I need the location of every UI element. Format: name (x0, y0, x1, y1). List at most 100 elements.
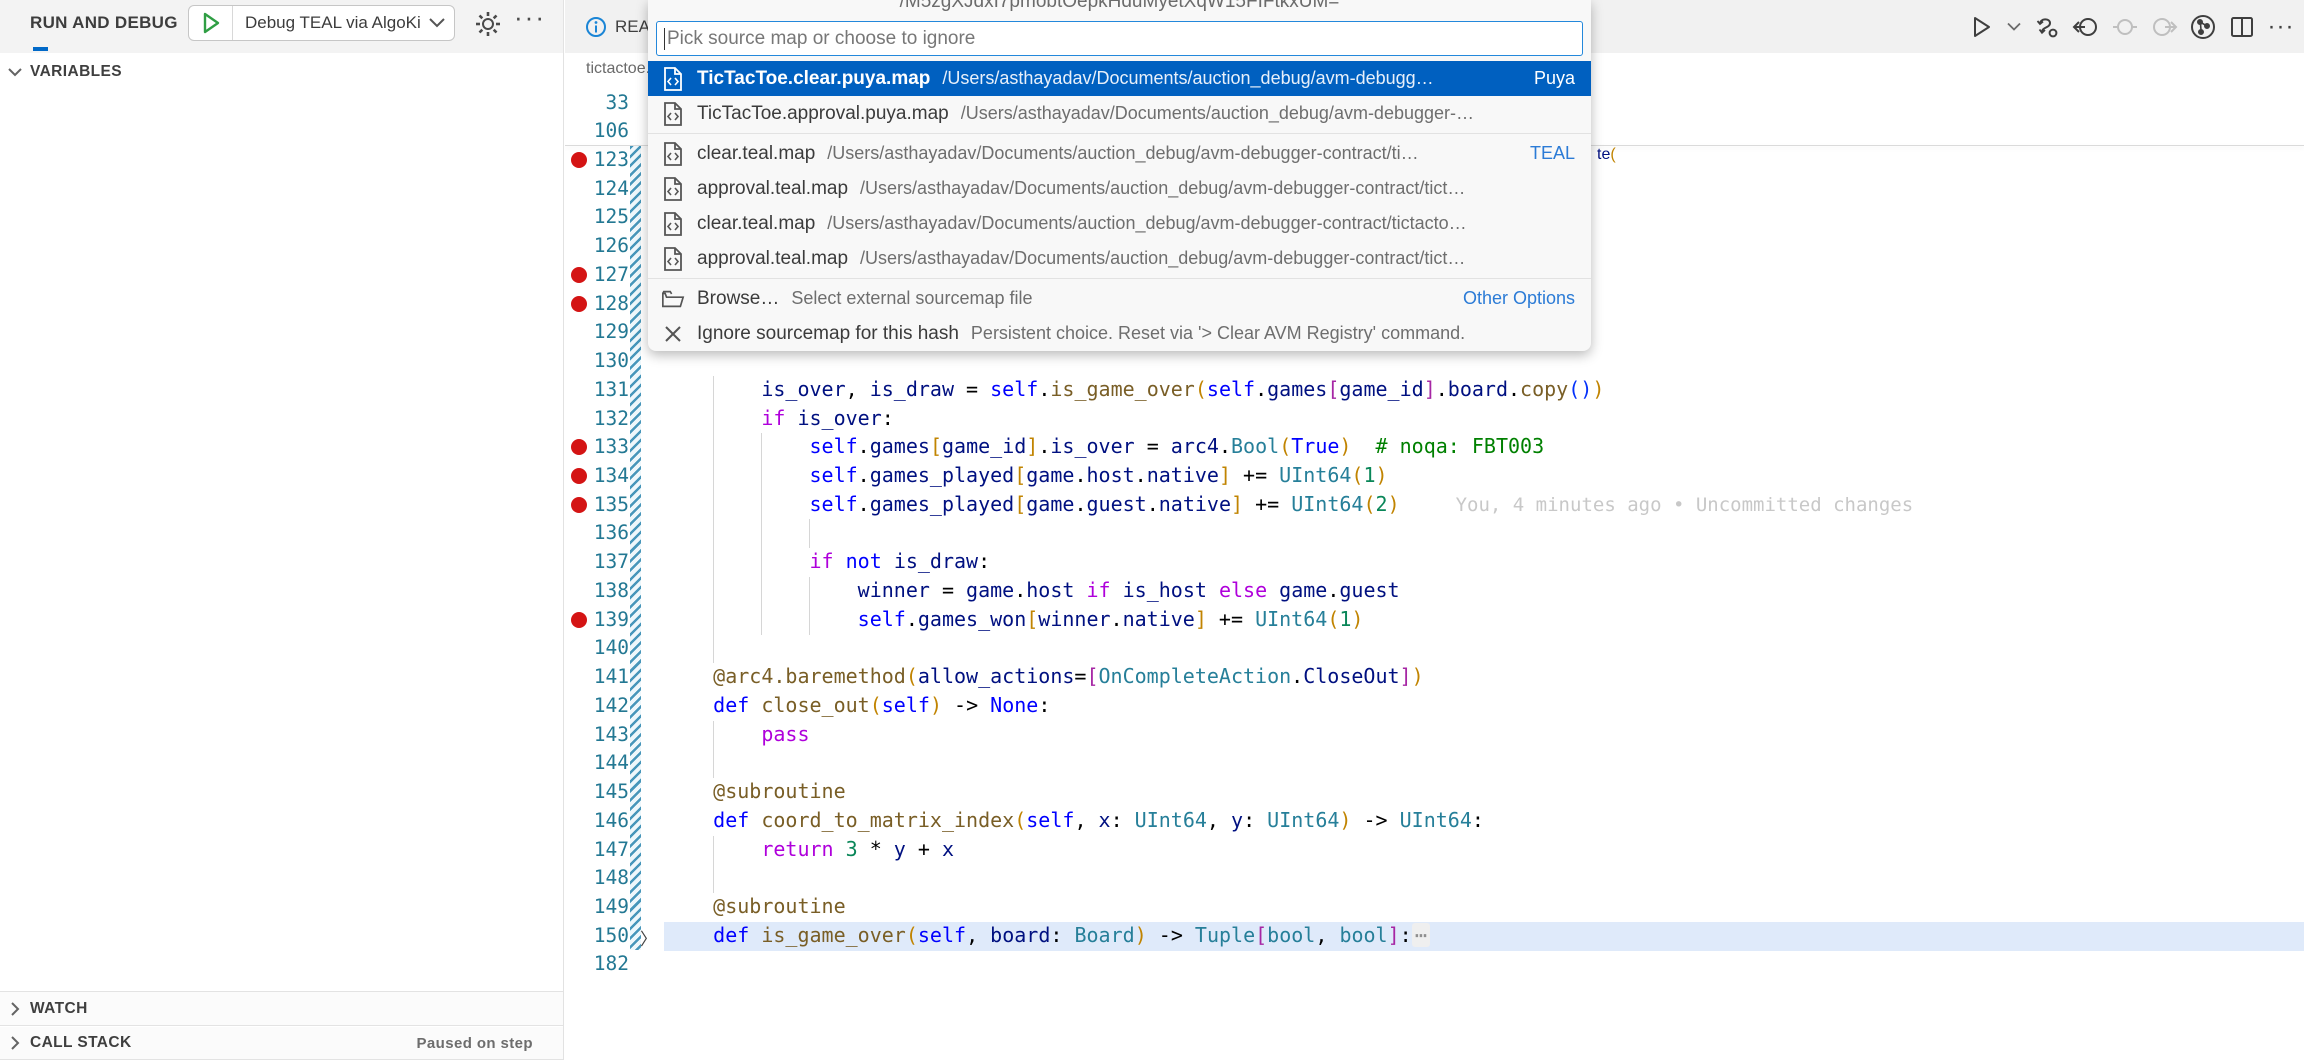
line-number[interactable]: 127 (578, 263, 629, 286)
quickpick-item[interactable]: TicTacToe.clear.puya.map/Users/asthayada… (648, 61, 1591, 96)
sourcemap-quickpick: /M5zgXJdxI7pmobtOepkHduMyetXqW15FIFtkxUM… (648, 0, 1591, 351)
line-number[interactable]: 135 (578, 493, 629, 516)
quickpick-item[interactable]: Browse…Select external sourcemap fileOth… (648, 281, 1591, 316)
code-token: guest (1339, 578, 1399, 602)
line-number[interactable]: 139 (578, 608, 629, 631)
code-token: ] (1388, 923, 1400, 947)
watch-section-header[interactable]: WATCH (0, 991, 563, 1026)
line-number[interactable]: 145 (578, 780, 629, 803)
line-number[interactable]: 148 (578, 866, 629, 889)
code-token: native (1159, 492, 1231, 516)
code-token: @subroutine (713, 894, 845, 918)
code-token: self (990, 377, 1038, 401)
quickpick-item[interactable]: clear.teal.map/Users/asthayadav/Document… (648, 136, 1591, 171)
fold-chevron-icon[interactable]: 〉 (640, 925, 657, 950)
code-line-145[interactable]: 145 @subroutine (564, 778, 2304, 807)
code-token: is_host (1123, 578, 1207, 602)
split-editor-icon[interactable] (2227, 12, 2257, 42)
code-line-148[interactable]: 148 (564, 864, 2304, 893)
more-actions-icon[interactable]: ··· (514, 2, 546, 33)
line-number[interactable]: 149 (578, 895, 629, 918)
code-token: bool (1339, 923, 1387, 947)
code-line-137[interactable]: 137 if not is_draw: (564, 548, 2304, 577)
code-line-149[interactable]: 149 @subroutine (564, 893, 2304, 922)
line-number[interactable]: 141 (578, 665, 629, 688)
line-number[interactable]: 129 (578, 320, 629, 343)
line-number[interactable]: 142 (578, 694, 629, 717)
quickpick-input[interactable]: Pick source map or choose to ignore (656, 21, 1583, 56)
debug-config-dropdown[interactable]: Debug TEAL via AlgoKi (188, 5, 455, 41)
line-number[interactable]: 131 (578, 378, 629, 401)
code-token (1267, 578, 1279, 602)
code-line-147[interactable]: 147 return 3 * y + x (564, 836, 2304, 865)
code-line-138[interactable]: 138 winner = game.host if is_host else g… (564, 577, 2304, 606)
code-line-182[interactable]: 182 (564, 950, 2304, 979)
quickpick-item-description: Persistent choice. Reset via '> Clear AV… (971, 323, 1465, 344)
line-number[interactable]: 128 (578, 292, 629, 315)
code-token: [ (1014, 463, 1026, 487)
code-token: 2 (1376, 492, 1388, 516)
code-line-146[interactable]: 146 def coord_to_matrix_index(self, x: U… (564, 807, 2304, 836)
code-line-136[interactable]: 136 (564, 519, 2304, 548)
line-number[interactable]: 137 (578, 550, 629, 573)
more-actions-icon[interactable]: ··· (2266, 12, 2296, 42)
start-debug-button[interactable] (189, 6, 233, 40)
code-line-139[interactable]: 139 self.games_won[winner.native] += UIn… (564, 606, 2304, 635)
code-line-142[interactable]: 142 def close_out(self) -> None: (564, 692, 2304, 721)
line-number[interactable]: 132 (578, 407, 629, 430)
line-number[interactable]: 123 (578, 148, 629, 171)
line-number[interactable]: 138 (578, 579, 629, 602)
code-line-132[interactable]: 132 if is_over: (564, 405, 2304, 434)
line-number[interactable]: 136 (578, 521, 629, 544)
line-number[interactable]: 130 (578, 349, 629, 372)
quickpick-item[interactable]: approval.teal.map/Users/asthayadav/Docum… (648, 171, 1591, 206)
line-number[interactable]: 134 (578, 464, 629, 487)
file-code-icon (661, 177, 685, 201)
line-number[interactable]: 150 (578, 924, 629, 947)
debug-graph-icon[interactable] (2188, 12, 2218, 42)
line-number[interactable]: 143 (578, 723, 629, 746)
code-token: board (990, 923, 1050, 947)
run-dropdown-chevron-icon[interactable] (2005, 12, 2023, 42)
code-token: . (1074, 492, 1086, 516)
code-line-131[interactable]: 131 is_over, is_draw = self.is_game_over… (564, 376, 2304, 405)
line-number[interactable]: 147 (578, 838, 629, 861)
code-line-141[interactable]: 141 @arc4.baremethod(allow_actions=[OnCo… (564, 663, 2304, 692)
code-token: [ (930, 434, 942, 458)
code-line-150[interactable]: 150〉 def is_game_over(self, board: Board… (564, 922, 2304, 951)
code-token: winner (858, 578, 930, 602)
line-number[interactable]: 182 (578, 952, 629, 975)
code-token: ) (1351, 607, 1363, 631)
file-code-icon (661, 142, 685, 166)
code-line-143[interactable]: 143 pass (564, 721, 2304, 750)
step-back-icon[interactable] (2071, 12, 2101, 42)
quickpick-item[interactable]: Ignore sourcemap for this hashPersistent… (648, 316, 1591, 351)
gear-icon[interactable] (474, 10, 502, 38)
quickpick-item[interactable]: clear.teal.map/Users/asthayadav/Document… (648, 206, 1591, 241)
quickpick-item[interactable]: approval.teal.map/Users/asthayadav/Docum… (648, 241, 1591, 276)
line-number[interactable]: 126 (578, 234, 629, 257)
code-line-135[interactable]: 135 self.games_played[game.guest.native]… (564, 491, 2304, 520)
code-line-144[interactable]: 144 (564, 749, 2304, 778)
run-button[interactable] (1966, 12, 1996, 42)
variables-section-header[interactable]: VARIABLES (0, 56, 563, 88)
call-stack-section-header[interactable]: CALL STACK Paused on step (0, 1027, 563, 1060)
code-line-140[interactable]: 140 (564, 634, 2304, 663)
line-number[interactable]: 146 (578, 809, 629, 832)
code-token: . (1327, 578, 1339, 602)
line-number[interactable]: 144 (578, 751, 629, 774)
line-number[interactable]: 133 (578, 435, 629, 458)
code-token: is_draw (894, 549, 978, 573)
code-line-133[interactable]: 133 self.games[game_id].is_over = arc4.B… (564, 433, 2304, 462)
line-number[interactable]: 125 (578, 205, 629, 228)
code-token: UInt64 (1291, 492, 1363, 516)
code-line-130[interactable]: 130 (564, 347, 2304, 376)
quickpick-item[interactable]: TicTacToe.approval.puya.map/Users/asthay… (648, 96, 1591, 131)
debug-config-label[interactable]: Debug TEAL via AlgoKi (233, 13, 428, 33)
line-number[interactable]: 124 (578, 177, 629, 200)
chevron-down-icon[interactable] (428, 17, 454, 29)
code-token: ( (1014, 808, 1026, 832)
debug-flow-icon[interactable] (2032, 12, 2062, 42)
line-number[interactable]: 140 (578, 636, 629, 659)
code-line-134[interactable]: 134 self.games_played[game.host.native] … (564, 462, 2304, 491)
